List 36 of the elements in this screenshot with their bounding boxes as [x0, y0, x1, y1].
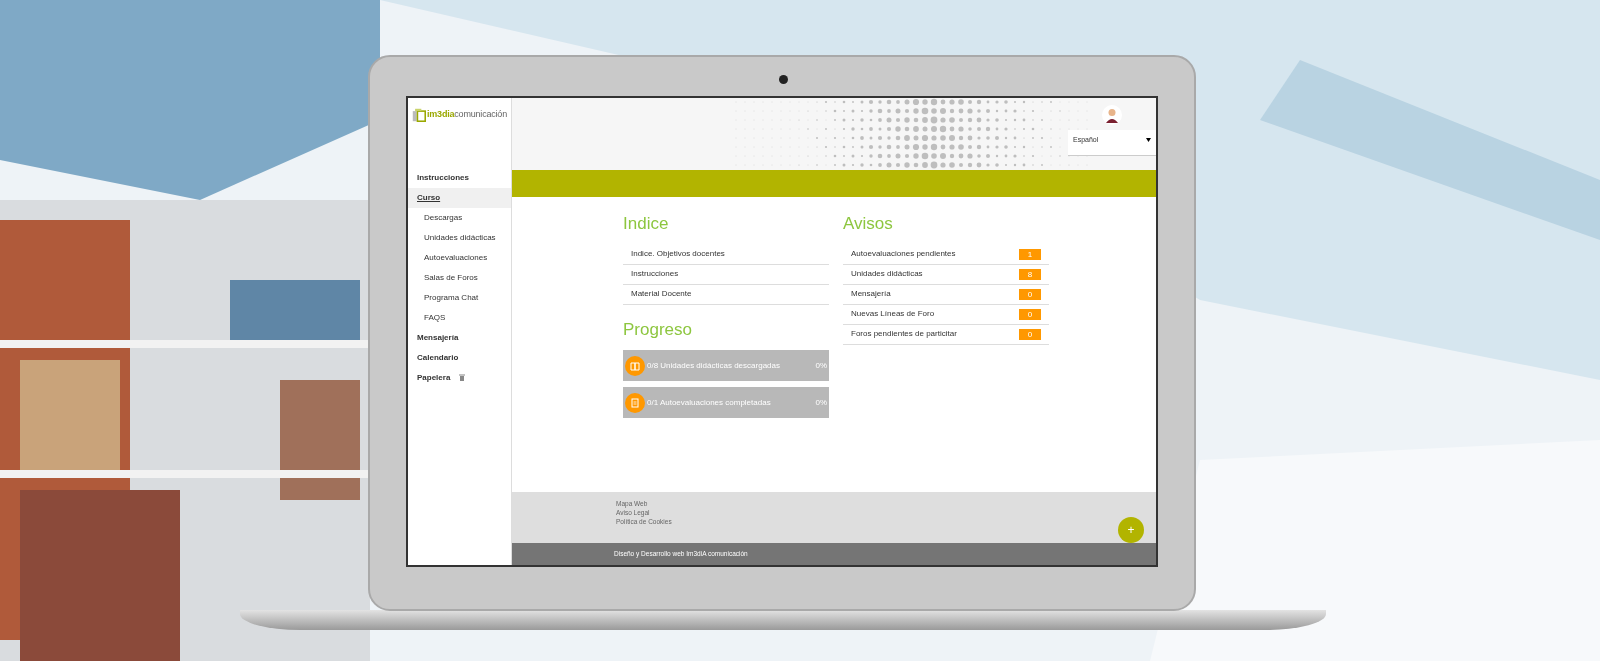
- section-title: Indice: [623, 213, 670, 235]
- dropdown-caret-icon: [1146, 138, 1151, 142]
- section-title: Avisos: [843, 213, 894, 235]
- notice-label: Foros pendientes de particitar: [851, 328, 957, 340]
- notice-label: Mensajería: [851, 288, 891, 300]
- section-title: Progreso: [623, 318, 693, 341]
- camera-icon: [779, 75, 788, 84]
- notice-label: Unidades didácticas: [851, 268, 923, 280]
- progress-label: 0/8 Unidades didácticas descargadas: [647, 359, 781, 372]
- avatar-icon[interactable]: [1102, 105, 1122, 125]
- document-icon: [625, 392, 645, 413]
- index-link[interactable]: Material Docente: [623, 284, 829, 305]
- count-badge: 1: [1019, 248, 1041, 260]
- index-link[interactable]: Instrucciones: [623, 264, 829, 285]
- sidebar-subitem[interactable]: Salas de Foros: [408, 268, 511, 288]
- sidebar-subitem[interactable]: Autoevaluaciones: [408, 248, 511, 268]
- count-badge: 0: [1019, 328, 1041, 340]
- logo-icon: [412, 108, 426, 122]
- index-link[interactable]: Indice. Objetivos docentes: [623, 244, 829, 265]
- sidebar-item[interactable]: Instrucciones: [408, 168, 511, 188]
- count-badge: 0: [1019, 308, 1041, 320]
- sidebar-subitem[interactable]: FAQS: [408, 308, 511, 328]
- notice-label: Autoevaluaciones pendientes: [851, 248, 956, 260]
- count-badge: 0: [1019, 288, 1041, 300]
- sidebar-item[interactable]: Curso: [408, 188, 511, 208]
- sidebar-subitem[interactable]: Unidades didácticas: [408, 228, 511, 248]
- sidebar-item[interactable]: Mensajería: [408, 328, 511, 348]
- sidebar-item[interactable]: Papelera: [408, 368, 511, 388]
- sidebar-subitem[interactable]: Descargas: [408, 208, 511, 228]
- logo-text: im3diacomunicación: [427, 108, 507, 122]
- notice-label: Nuevas Líneas de Foro: [851, 308, 935, 320]
- count-badge: 8: [1019, 268, 1041, 280]
- sidebar-item[interactable]: Calendario: [408, 348, 511, 368]
- book-icon: [625, 355, 645, 376]
- trash-icon: [458, 374, 465, 382]
- sidebar-subitem[interactable]: Programa Chat: [408, 288, 511, 308]
